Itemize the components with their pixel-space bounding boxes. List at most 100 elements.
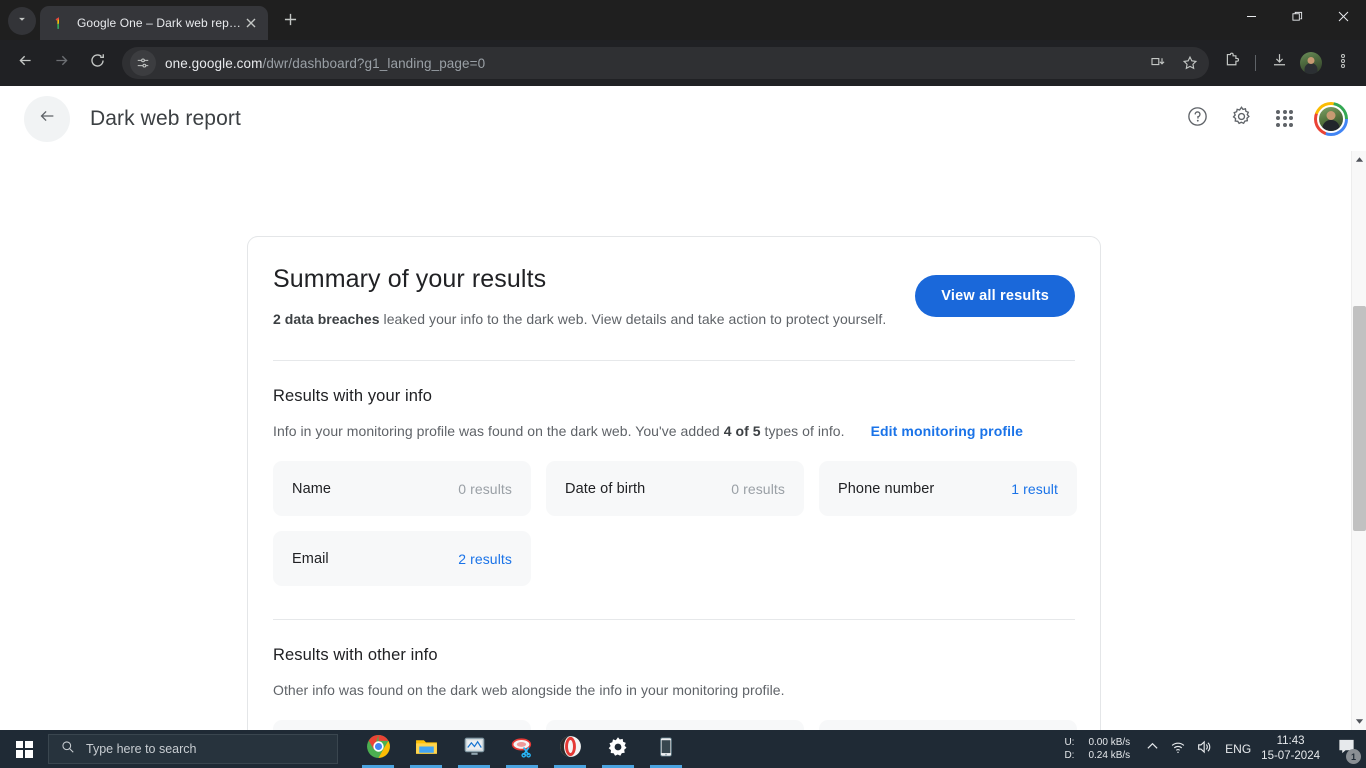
site-settings-tune-icon[interactable] xyxy=(130,50,156,76)
scroll-down-arrow[interactable] xyxy=(1352,713,1366,730)
summary-subtitle-rest: leaked your info to the dark web. View d… xyxy=(379,311,887,327)
plus-icon xyxy=(284,13,297,31)
taskbar-app-snipping-tool[interactable] xyxy=(498,730,546,768)
other-chip-name[interactable]: Name 1 result xyxy=(546,720,804,730)
other-info-description: Other info was found on the dark web alo… xyxy=(273,682,785,698)
taskbar-app-opera[interactable] xyxy=(546,730,594,768)
notifications-button[interactable]: 1 xyxy=(1330,730,1362,768)
your-info-description-row: Info in your monitoring profile was foun… xyxy=(273,423,1075,439)
extensions-button[interactable] xyxy=(1217,48,1247,78)
bookmark-star-icon[interactable] xyxy=(1175,48,1205,78)
back-button[interactable] xyxy=(8,46,42,80)
other-info-description-row: Other info was found on the dark web alo… xyxy=(273,682,1075,698)
monitor-app-icon xyxy=(462,734,487,764)
taskbar-app-file-explorer[interactable] xyxy=(402,730,450,768)
page-scrollbar[interactable] xyxy=(1351,151,1366,730)
info-chip-date-of-birth[interactable]: Date of birth 0 results xyxy=(546,461,804,516)
language-indicator[interactable]: ENG xyxy=(1225,742,1251,756)
clock[interactable]: 11:43 15-07-2024 xyxy=(1261,734,1320,764)
taskbar-search-placeholder: Type here to search xyxy=(86,742,197,756)
reload-icon xyxy=(89,52,106,74)
other-chip-date-of-birth[interactable]: Date of birth 1 result xyxy=(819,720,1077,730)
close-icon[interactable] xyxy=(242,14,260,32)
system-tray: U: D: 0.00 kB/s 0.24 kB/s ENG 11:43 15-0… xyxy=(1064,730,1366,768)
settings-button[interactable] xyxy=(1226,104,1256,134)
install-app-icon[interactable] xyxy=(1143,48,1173,78)
tab-search-button[interactable] xyxy=(8,7,36,35)
wifi-button[interactable] xyxy=(1165,730,1191,768)
wifi-icon xyxy=(1170,739,1186,760)
scrollbar-thumb[interactable] xyxy=(1353,306,1366,531)
help-icon xyxy=(1186,105,1209,133)
summary-subtitle: 2 data breaches leaked your info to the … xyxy=(273,311,915,327)
taskbar-app-settings[interactable] xyxy=(594,730,642,768)
back-arrow-icon xyxy=(17,52,34,74)
edit-monitoring-profile-link[interactable]: Edit monitoring profile xyxy=(871,423,1023,439)
chevron-down-icon xyxy=(15,12,29,31)
info-chip-name[interactable]: Name 0 results xyxy=(273,461,531,516)
toolbar-divider xyxy=(1255,55,1256,71)
taskbar-app-monitor[interactable] xyxy=(450,730,498,768)
info-chip-email[interactable]: Email 2 results xyxy=(273,531,531,586)
window-controls xyxy=(1228,0,1366,40)
minimize-button[interactable] xyxy=(1228,0,1274,32)
browser-tab[interactable]: Google One – Dark web report xyxy=(40,6,268,40)
google-apps-button[interactable] xyxy=(1270,104,1300,134)
download-speed: 0.24 kB/s xyxy=(1088,750,1131,761)
download-label: D: xyxy=(1064,750,1075,761)
restore-button[interactable] xyxy=(1274,0,1320,32)
volume-icon xyxy=(1196,739,1212,760)
url-path: /dwr/dashboard?g1_landing_page=0 xyxy=(262,55,486,71)
chip-value: 0 results xyxy=(458,480,512,497)
taskbar-app-phone[interactable] xyxy=(642,730,690,768)
help-button[interactable] xyxy=(1182,104,1212,134)
clock-date: 15-07-2024 xyxy=(1261,750,1320,762)
windows-taskbar: Type here to search U: D: 0.00 kB/s 0.24… xyxy=(0,730,1366,768)
taskbar-app-chrome[interactable] xyxy=(354,730,402,768)
view-all-results-button[interactable]: View all results xyxy=(915,275,1075,317)
chrome-icon xyxy=(366,734,391,764)
chip-value: 1 result xyxy=(1011,480,1058,497)
page-title: Dark web report xyxy=(90,106,241,130)
summary-section: Summary of your results 2 data breaches … xyxy=(273,263,1075,327)
forward-button[interactable] xyxy=(44,46,78,80)
apps-grid-icon xyxy=(1276,109,1294,128)
app-header: Dark web report xyxy=(0,86,1366,151)
scroll-area: Summary of your results 2 data breaches … xyxy=(0,151,1366,730)
downloads-button[interactable] xyxy=(1264,48,1294,78)
upload-speed: 0.00 kB/s xyxy=(1088,737,1131,748)
chrome-menu-button[interactable] xyxy=(1328,48,1358,78)
profile-button[interactable] xyxy=(1296,48,1326,78)
page-back-button[interactable] xyxy=(24,95,70,142)
avatar-image xyxy=(1317,104,1345,133)
settings-gear-icon xyxy=(606,735,630,764)
results-card: Summary of your results 2 data breaches … xyxy=(247,236,1101,730)
desc-part2: types of info. xyxy=(760,423,845,439)
new-tab-button[interactable] xyxy=(276,8,304,36)
address-bar[interactable]: one.google.com/dwr/dashboard?g1_landing_… xyxy=(122,47,1209,79)
account-avatar[interactable] xyxy=(1314,101,1348,136)
volume-button[interactable] xyxy=(1191,730,1217,768)
start-button[interactable] xyxy=(0,730,48,768)
scroll-up-arrow[interactable] xyxy=(1352,151,1366,168)
chip-label: Date of birth xyxy=(565,480,646,497)
info-chip-phone-number[interactable]: Phone number 1 result xyxy=(819,461,1077,516)
network-speed-meter[interactable]: U: D: 0.00 kB/s 0.24 kB/s xyxy=(1064,736,1130,762)
taskbar-search-input[interactable]: Type here to search xyxy=(48,734,338,764)
close-button[interactable] xyxy=(1320,0,1366,32)
downloads-icon xyxy=(1271,52,1288,74)
phone-app-icon xyxy=(655,736,677,763)
extensions-puzzle-icon xyxy=(1224,52,1241,74)
taskbar-apps xyxy=(354,730,690,768)
summary-text: Summary of your results 2 data breaches … xyxy=(273,263,915,327)
tab-strip: Google One – Dark web report xyxy=(0,0,1366,40)
reload-button[interactable] xyxy=(80,46,114,80)
other-info-chip-grid: Username 1 result Name 1 result Date of … xyxy=(273,720,1077,730)
other-chip-username[interactable]: Username 1 result xyxy=(273,720,531,730)
tab-title: Google One – Dark web report xyxy=(77,16,242,30)
notification-count-badge: 1 xyxy=(1346,749,1361,764)
other-info-title: Results with other info xyxy=(273,646,438,664)
url-text: one.google.com/dwr/dashboard?g1_landing_… xyxy=(165,56,485,71)
snipping-tool-icon xyxy=(510,734,535,764)
show-hidden-icons-button[interactable] xyxy=(1139,730,1165,768)
